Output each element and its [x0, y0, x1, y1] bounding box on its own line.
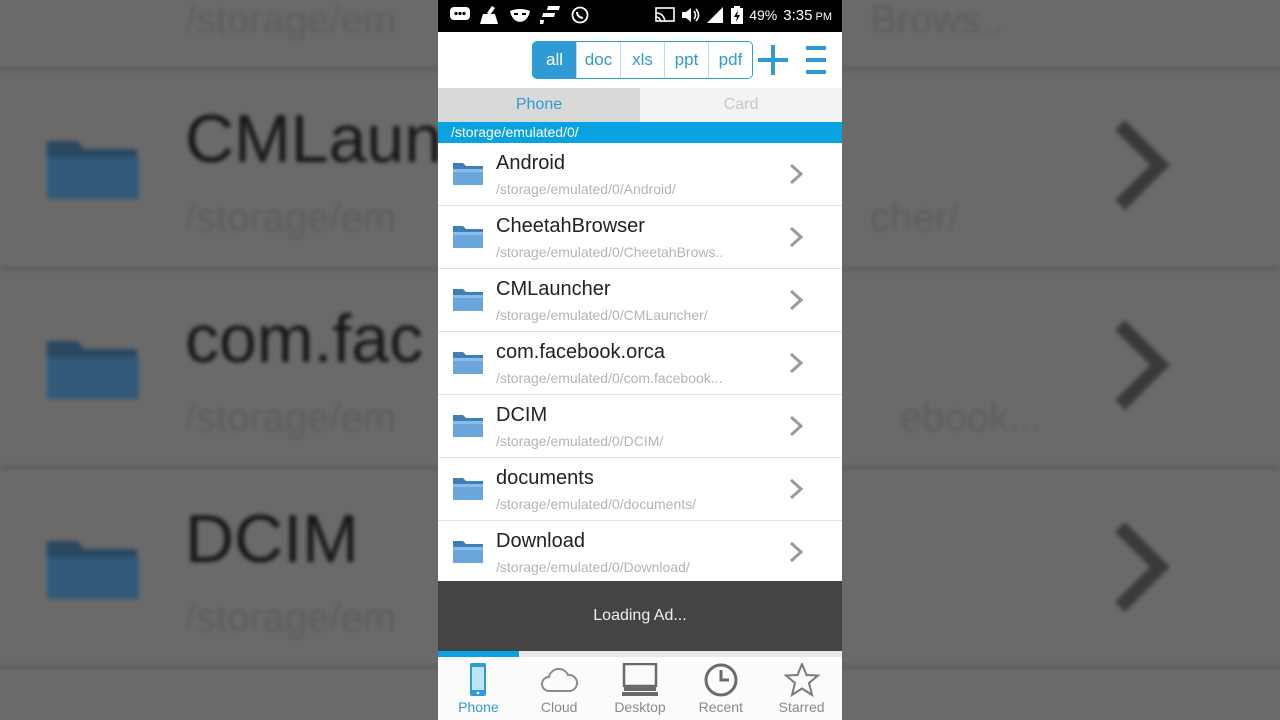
background-folder-name: CMLaun — [185, 101, 443, 177]
background-path: ebook... — [900, 396, 1043, 440]
folder-row[interactable]: CheetahBrowser/storage/emulated/0/Cheeta… — [438, 206, 842, 269]
folder-icon — [453, 289, 483, 311]
background-path: /storage/em — [185, 196, 397, 240]
folder-icon — [453, 478, 483, 500]
background-path: Brows.. — [870, 0, 1004, 42]
volume-icon — [682, 8, 700, 22]
background-folder-icon — [47, 541, 139, 599]
storage-tabs: Phone Card — [438, 88, 842, 122]
chevron-right-icon — [789, 163, 804, 185]
background-folder-icon — [47, 141, 139, 199]
phone-screen: 49% 3:35 PM all doc xls ppt pdf Phone Ca… — [438, 0, 842, 720]
cleaner-icon — [480, 6, 500, 24]
nav-recent-label: Recent — [698, 699, 743, 715]
folder-path: /storage/emulated/0/CMLauncher/ — [496, 307, 708, 323]
filter-doc-button[interactable]: doc — [577, 42, 621, 78]
folder-name: CheetahBrowser — [496, 215, 645, 237]
folder-name: Download — [496, 530, 585, 552]
ad-banner[interactable]: Loading Ad... — [438, 581, 842, 651]
background-folder-icon — [47, 341, 139, 399]
background-path: /storage/em — [185, 596, 397, 640]
background-path: /storage/em — [185, 396, 397, 440]
whatsapp-icon — [570, 6, 590, 24]
tab-phone[interactable]: Phone — [438, 88, 640, 122]
background-chevron-icon — [1115, 320, 1170, 410]
chevron-right-icon — [789, 352, 804, 374]
background-path: /storage/em — [185, 0, 397, 42]
flipboard-icon — [540, 6, 560, 24]
clock-ampm: PM — [815, 10, 833, 23]
folder-row[interactable]: documents/storage/emulated/0/documents/ — [438, 458, 842, 521]
toolbar: all doc xls ppt pdf — [438, 32, 842, 88]
folder-path: /storage/emulated/0/com.facebook... — [496, 370, 723, 386]
filter-pdf-button[interactable]: pdf — [709, 42, 752, 78]
chevron-right-icon — [789, 541, 804, 563]
clock-time: 3:35 — [783, 6, 813, 24]
nav-desktop-label: Desktop — [614, 699, 666, 715]
status-bar: 49% 3:35 PM — [438, 0, 842, 32]
bottom-navigation: Phone Cloud Desktop Recent Starred — [438, 657, 842, 720]
folder-row[interactable]: DCIM/storage/emulated/0/DCIM/ — [438, 395, 842, 458]
nav-cloud[interactable]: Cloud — [519, 657, 600, 720]
background-folder-name: com.fac — [185, 301, 424, 377]
star-icon — [782, 663, 821, 697]
background-path: cher/ — [870, 196, 959, 240]
folder-icon — [453, 541, 483, 563]
notification-icons — [450, 6, 590, 24]
nav-desktop[interactable]: Desktop — [600, 657, 681, 720]
current-path: /storage/emulated/0/ — [438, 122, 842, 143]
folder-row[interactable]: com.facebook.orca/storage/emulated/0/com… — [438, 332, 842, 395]
tab-card[interactable]: Card — [640, 88, 842, 122]
mask-icon — [510, 6, 530, 24]
folder-name: com.facebook.orca — [496, 341, 665, 363]
background-folder-name: DCIM — [185, 501, 359, 577]
messenger-icon — [450, 6, 470, 24]
folder-list: Android/storage/emulated/0/Android/Cheet… — [438, 143, 842, 581]
chevron-right-icon — [789, 478, 804, 500]
nav-phone[interactable]: Phone — [438, 657, 519, 720]
nav-cloud-label: Cloud — [540, 699, 578, 715]
folder-row[interactable]: CMLauncher/storage/emulated/0/CMLauncher… — [438, 269, 842, 332]
nav-starred-label: Starred — [778, 699, 825, 715]
battery-icon — [731, 6, 744, 24]
folder-row[interactable]: Android/storage/emulated/0/Android/ — [438, 143, 842, 206]
phone-icon — [470, 663, 487, 696]
folder-name: documents — [496, 467, 594, 489]
file-type-filter: all doc xls ppt pdf — [532, 41, 753, 79]
folder-path: /storage/emulated/0/Android/ — [496, 181, 676, 197]
desktop-icon — [621, 663, 658, 696]
folder-icon — [453, 415, 483, 437]
folder-path: /storage/emulated/0/CheetahBrows.. — [496, 244, 724, 260]
chevron-right-icon — [789, 289, 804, 311]
filter-xls-button[interactable]: xls — [621, 42, 665, 78]
chevron-right-icon — [789, 415, 804, 437]
folder-icon — [453, 163, 483, 185]
add-icon[interactable] — [756, 44, 790, 76]
filter-ppt-button[interactable]: ppt — [665, 42, 709, 78]
folder-name: DCIM — [496, 404, 548, 426]
menu-icon[interactable] — [804, 44, 828, 76]
folder-path: /storage/emulated/0/Download/ — [496, 559, 690, 575]
clock: 3:35 PM — [783, 7, 832, 24]
cloud-icon — [541, 667, 579, 692]
cast-icon — [655, 7, 676, 23]
folder-name: Android — [496, 152, 565, 174]
folder-icon — [453, 352, 483, 374]
chevron-right-icon — [789, 226, 804, 248]
nav-starred[interactable]: Starred — [761, 657, 842, 720]
battery-percent: 49% — [749, 7, 778, 23]
nav-recent[interactable]: Recent — [680, 657, 761, 720]
folder-path: /storage/emulated/0/DCIM/ — [496, 433, 664, 449]
background-chevron-icon — [1115, 120, 1170, 210]
nav-phone-label: Phone — [458, 699, 499, 715]
folder-name: CMLauncher — [496, 278, 611, 300]
folder-path: /storage/emulated/0/documents/ — [496, 496, 697, 512]
background-chevron-icon — [1115, 522, 1170, 612]
signal-icon — [707, 7, 724, 23]
system-icons: 49% 3:35 PM — [655, 6, 832, 24]
clock-icon — [704, 663, 738, 697]
filter-all-button[interactable]: all — [533, 42, 577, 78]
folder-row[interactable]: Download/storage/emulated/0/Download/ — [438, 521, 842, 581]
folder-icon — [453, 226, 483, 248]
